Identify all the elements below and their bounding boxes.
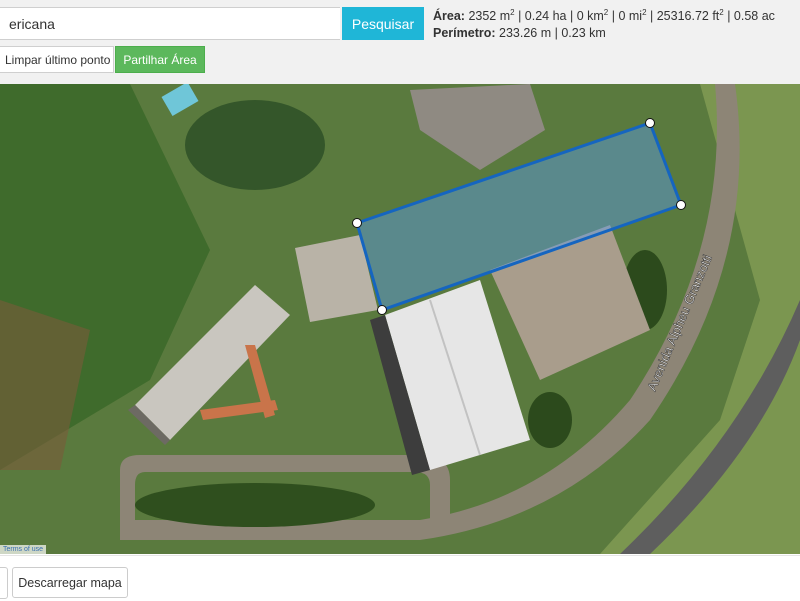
tree-row: [135, 483, 375, 527]
perimeter-label: Perímetro:: [433, 26, 496, 40]
perimeter-value: 233.26 m | 0.23 km: [499, 26, 606, 40]
download-map-button[interactable]: Descarregar mapa: [12, 567, 128, 598]
vertex-handle[interactable]: [352, 218, 362, 228]
perimeter-line: Perímetro: 233.26 m | 0.23 km: [433, 25, 775, 42]
top-toolbar: Pesquisar Limpar último ponto Partilhar …: [0, 0, 800, 84]
terms-of-use-link[interactable]: Terms of use: [0, 545, 47, 555]
area-mi2: | 0 mi: [608, 9, 643, 23]
area-m2: 2352 m: [468, 9, 511, 23]
vertex-handle[interactable]: [377, 305, 387, 315]
share-area-button[interactable]: Partilhar Área: [115, 46, 205, 73]
area-ha-km2: | 0.24 ha | 0 km: [514, 9, 604, 23]
measurements-panel: Área: 2352 m2 | 0.24 ha | 0 km2 | 0 mi2 …: [433, 8, 775, 42]
tree-cluster-top: [185, 100, 325, 190]
satellite-map[interactable]: Avenida Alpheu Granzotti: [0, 84, 800, 554]
tree-small: [528, 392, 572, 448]
search-input[interactable]: [0, 7, 340, 40]
bottom-toolbar: Descarregar mapa: [0, 555, 800, 601]
hidden-button[interactable]: [0, 567, 8, 599]
area-ac: | 0.58 ac: [723, 9, 775, 23]
area-label: Área:: [433, 9, 465, 23]
search-button[interactable]: Pesquisar: [342, 7, 424, 40]
map-imagery: Avenida Alpheu Granzotti: [0, 84, 800, 554]
undo-last-point-button[interactable]: Limpar último ponto: [0, 46, 114, 73]
area-ft2: | 25316.72 ft: [646, 9, 720, 23]
vertex-handle[interactable]: [676, 200, 686, 210]
area-line: Área: 2352 m2 | 0.24 ha | 0 km2 | 0 mi2 …: [433, 8, 775, 25]
vertex-handle[interactable]: [645, 118, 655, 128]
